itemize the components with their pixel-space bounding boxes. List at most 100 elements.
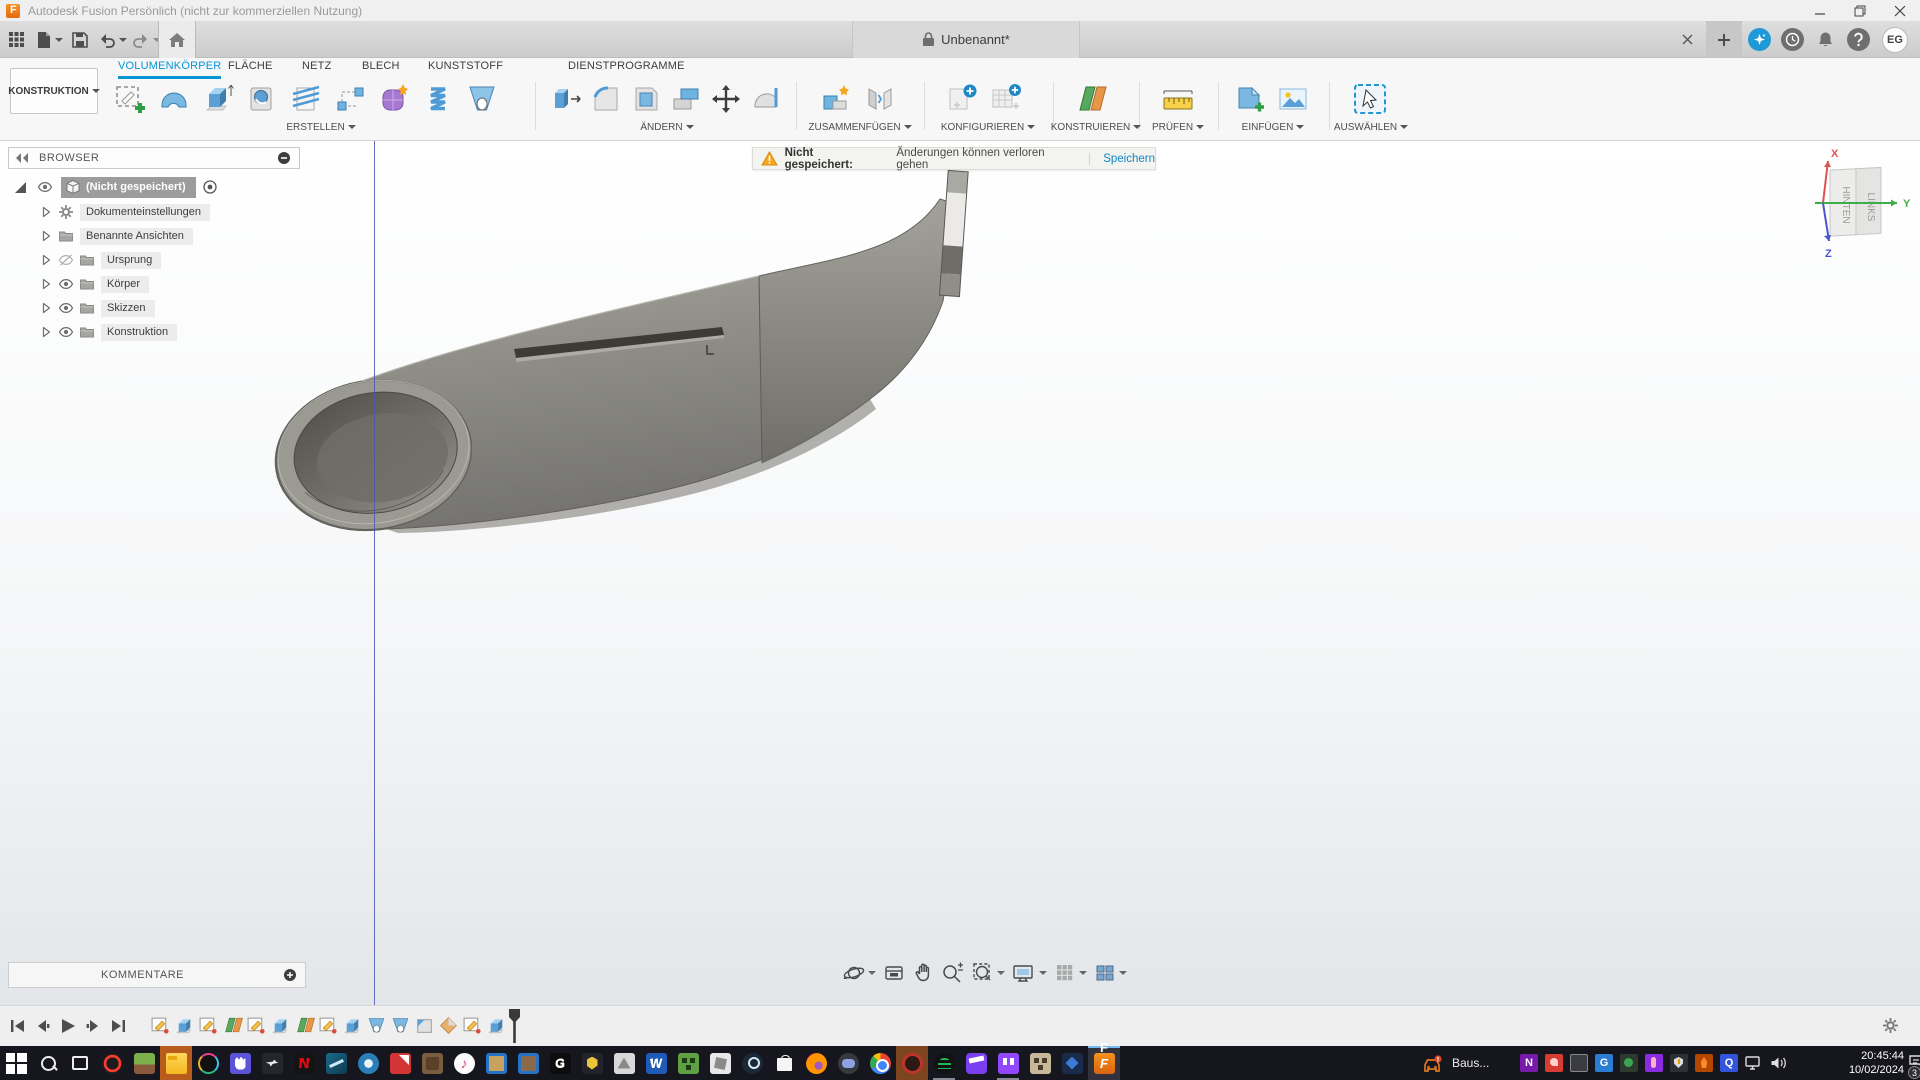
document-tab[interactable]: Unbenannt* (852, 21, 1080, 58)
new-tab-button[interactable] (1706, 21, 1742, 58)
taskbar-fusion-360-icon[interactable] (1088, 1046, 1120, 1080)
row-label-chip[interactable]: Dokumenteinstellungen (80, 204, 210, 221)
pattern-icon[interactable] (332, 81, 368, 117)
minimize-button[interactable] (1800, 0, 1840, 21)
create-form-icon[interactable] (376, 81, 412, 117)
restore-button[interactable] (1840, 0, 1880, 21)
combine-icon[interactable] (668, 81, 704, 117)
tray-volume-icon[interactable] (1770, 1055, 1788, 1071)
timeline-feature-sketch[interactable] (246, 1015, 267, 1036)
pan-icon[interactable] (912, 962, 934, 984)
collapse-panel-icon[interactable] (15, 152, 29, 164)
press-pull-icon[interactable] (548, 81, 584, 117)
tab-kunststoff[interactable]: KUNSTSTOFF (428, 60, 503, 79)
activate-component-radio[interactable] (202, 179, 218, 195)
viewcube-face-links[interactable]: LINKS (1865, 193, 1876, 222)
tab-volumenkoerper[interactable]: VOLUMENKÖRPER (118, 60, 221, 79)
taskbar-voicemod-icon[interactable] (192, 1046, 224, 1080)
taskbar-obs-icon[interactable] (896, 1046, 928, 1080)
taskbar-steam-icon[interactable] (736, 1046, 768, 1080)
timeline-feature-fillet[interactable] (414, 1015, 435, 1036)
skip-end-icon[interactable] (108, 1016, 128, 1036)
viewport-3d[interactable]: BROWSER (Nicht gespeichert) Dokumenteins… (0, 141, 1920, 1005)
undo-button[interactable] (98, 21, 127, 58)
browser-row-skizzen[interactable]: Skizzen (38, 298, 155, 318)
history-icon[interactable] (1781, 28, 1804, 51)
row-label-chip[interactable]: Skizzen (101, 300, 155, 317)
canvas-image-icon[interactable] (1275, 81, 1311, 117)
row-label-chip[interactable]: Ursprung (101, 252, 161, 269)
taskbar-minecraft-launcher-icon[interactable] (672, 1046, 704, 1080)
step-forward-icon[interactable] (83, 1016, 103, 1036)
taskbar-itunes-icon[interactable] (448, 1046, 480, 1080)
expand-icon[interactable] (38, 204, 54, 220)
visibility-eye-icon[interactable] (58, 300, 74, 316)
select-tool-icon[interactable] (1352, 81, 1388, 117)
collapse-browser-icon[interactable] (277, 151, 291, 165)
browser-row-konstruktion[interactable]: Konstruktion (38, 322, 177, 342)
comments-bar[interactable]: KOMMENTARE (8, 962, 306, 988)
workspace-selector[interactable]: KONSTRUKTION (10, 68, 98, 114)
expand-icon[interactable] (38, 252, 54, 268)
configure-icon[interactable] (944, 81, 980, 117)
timeline-feature-hole[interactable] (366, 1015, 387, 1036)
timeline-feature-plane[interactable] (294, 1015, 315, 1036)
browser-row-dokumenteinstellungen[interactable]: Dokumenteinstellungen (38, 202, 210, 222)
group-label-auswaehlen[interactable]: AUSWÄHLEN (1301, 121, 1441, 133)
taskbar-flashpoint-icon[interactable] (384, 1046, 416, 1080)
visibility-off-icon[interactable] (58, 252, 74, 268)
configuration-table-icon[interactable] (988, 81, 1024, 117)
driver-alert-car-icon[interactable] (1422, 1055, 1444, 1073)
construct-plane-icon[interactable] (1073, 81, 1109, 117)
taskbar-streamlabs-icon[interactable] (224, 1046, 256, 1080)
extrude-icon[interactable] (200, 81, 236, 117)
tray-network-icon[interactable] (1745, 1055, 1763, 1071)
expand-icon[interactable] (38, 300, 54, 316)
redo-button[interactable] (132, 21, 161, 58)
taskbar-game-crest-icon[interactable] (576, 1046, 608, 1080)
close-tab-icon[interactable] (1682, 21, 1693, 58)
tray-g-app-icon[interactable] (1595, 1054, 1613, 1072)
tray-q-app-icon[interactable] (1720, 1054, 1738, 1072)
expand-icon[interactable] (38, 228, 54, 244)
tray-adobe-icon[interactable] (1545, 1054, 1563, 1072)
taskbar-file-explorer-icon[interactable] (160, 1046, 192, 1080)
close-window-button[interactable] (1880, 0, 1920, 21)
expand-root-icon[interactable] (14, 181, 27, 194)
viewports-icon[interactable] (1094, 962, 1127, 984)
pipe-icon[interactable] (464, 81, 500, 117)
browser-header[interactable]: BROWSER (8, 147, 300, 169)
tray-window-app-icon[interactable] (1570, 1054, 1588, 1072)
taskbar-opera-gx-icon[interactable] (96, 1046, 128, 1080)
taskbar-age-of-empires-2-icon[interactable] (512, 1046, 544, 1080)
measure-icon[interactable] (1160, 81, 1196, 117)
save-link[interactable]: Speichern (1089, 153, 1155, 165)
timeline-feature-sketch[interactable] (318, 1015, 339, 1036)
taskbar-twitch-icon[interactable] (992, 1046, 1024, 1080)
timeline-feature-hole[interactable] (390, 1015, 411, 1036)
taskbar-start-button[interactable] (0, 1046, 32, 1080)
timeline-feature-sketch[interactable] (198, 1015, 219, 1036)
undo-caret[interactable] (119, 38, 127, 46)
taskbar-game-icon[interactable] (320, 1046, 352, 1080)
view-cube[interactable]: HINTEN LINKS X Y Z (1775, 145, 1920, 270)
construction-line[interactable] (374, 141, 375, 1005)
timeline-feature-sketch[interactable] (150, 1015, 171, 1036)
taskbar-search-icon[interactable] (32, 1046, 64, 1080)
tray-pin-app-icon[interactable] (1645, 1054, 1663, 1072)
taskbar-logitech-icon[interactable] (544, 1046, 576, 1080)
visibility-eye-icon[interactable] (37, 179, 53, 195)
expand-icon[interactable] (38, 324, 54, 340)
group-label-erstellen[interactable]: ERSTELLEN (251, 121, 391, 133)
expand-comments-icon[interactable] (283, 968, 297, 982)
play-icon[interactable] (58, 1016, 78, 1036)
taskbar-spotify-icon[interactable] (928, 1046, 960, 1080)
row-label-chip[interactable]: Körper (101, 276, 149, 293)
fit-icon[interactable] (972, 962, 1005, 984)
taskbar-microsoft-store-icon[interactable] (768, 1046, 800, 1080)
timeline-feature-extrude[interactable] (486, 1015, 507, 1036)
model-body[interactable] (0, 141, 1920, 1005)
revolve-icon[interactable] (156, 81, 192, 117)
notifications-icon[interactable] (1814, 28, 1837, 51)
browser-row-ursprung[interactable]: Ursprung (38, 250, 161, 270)
